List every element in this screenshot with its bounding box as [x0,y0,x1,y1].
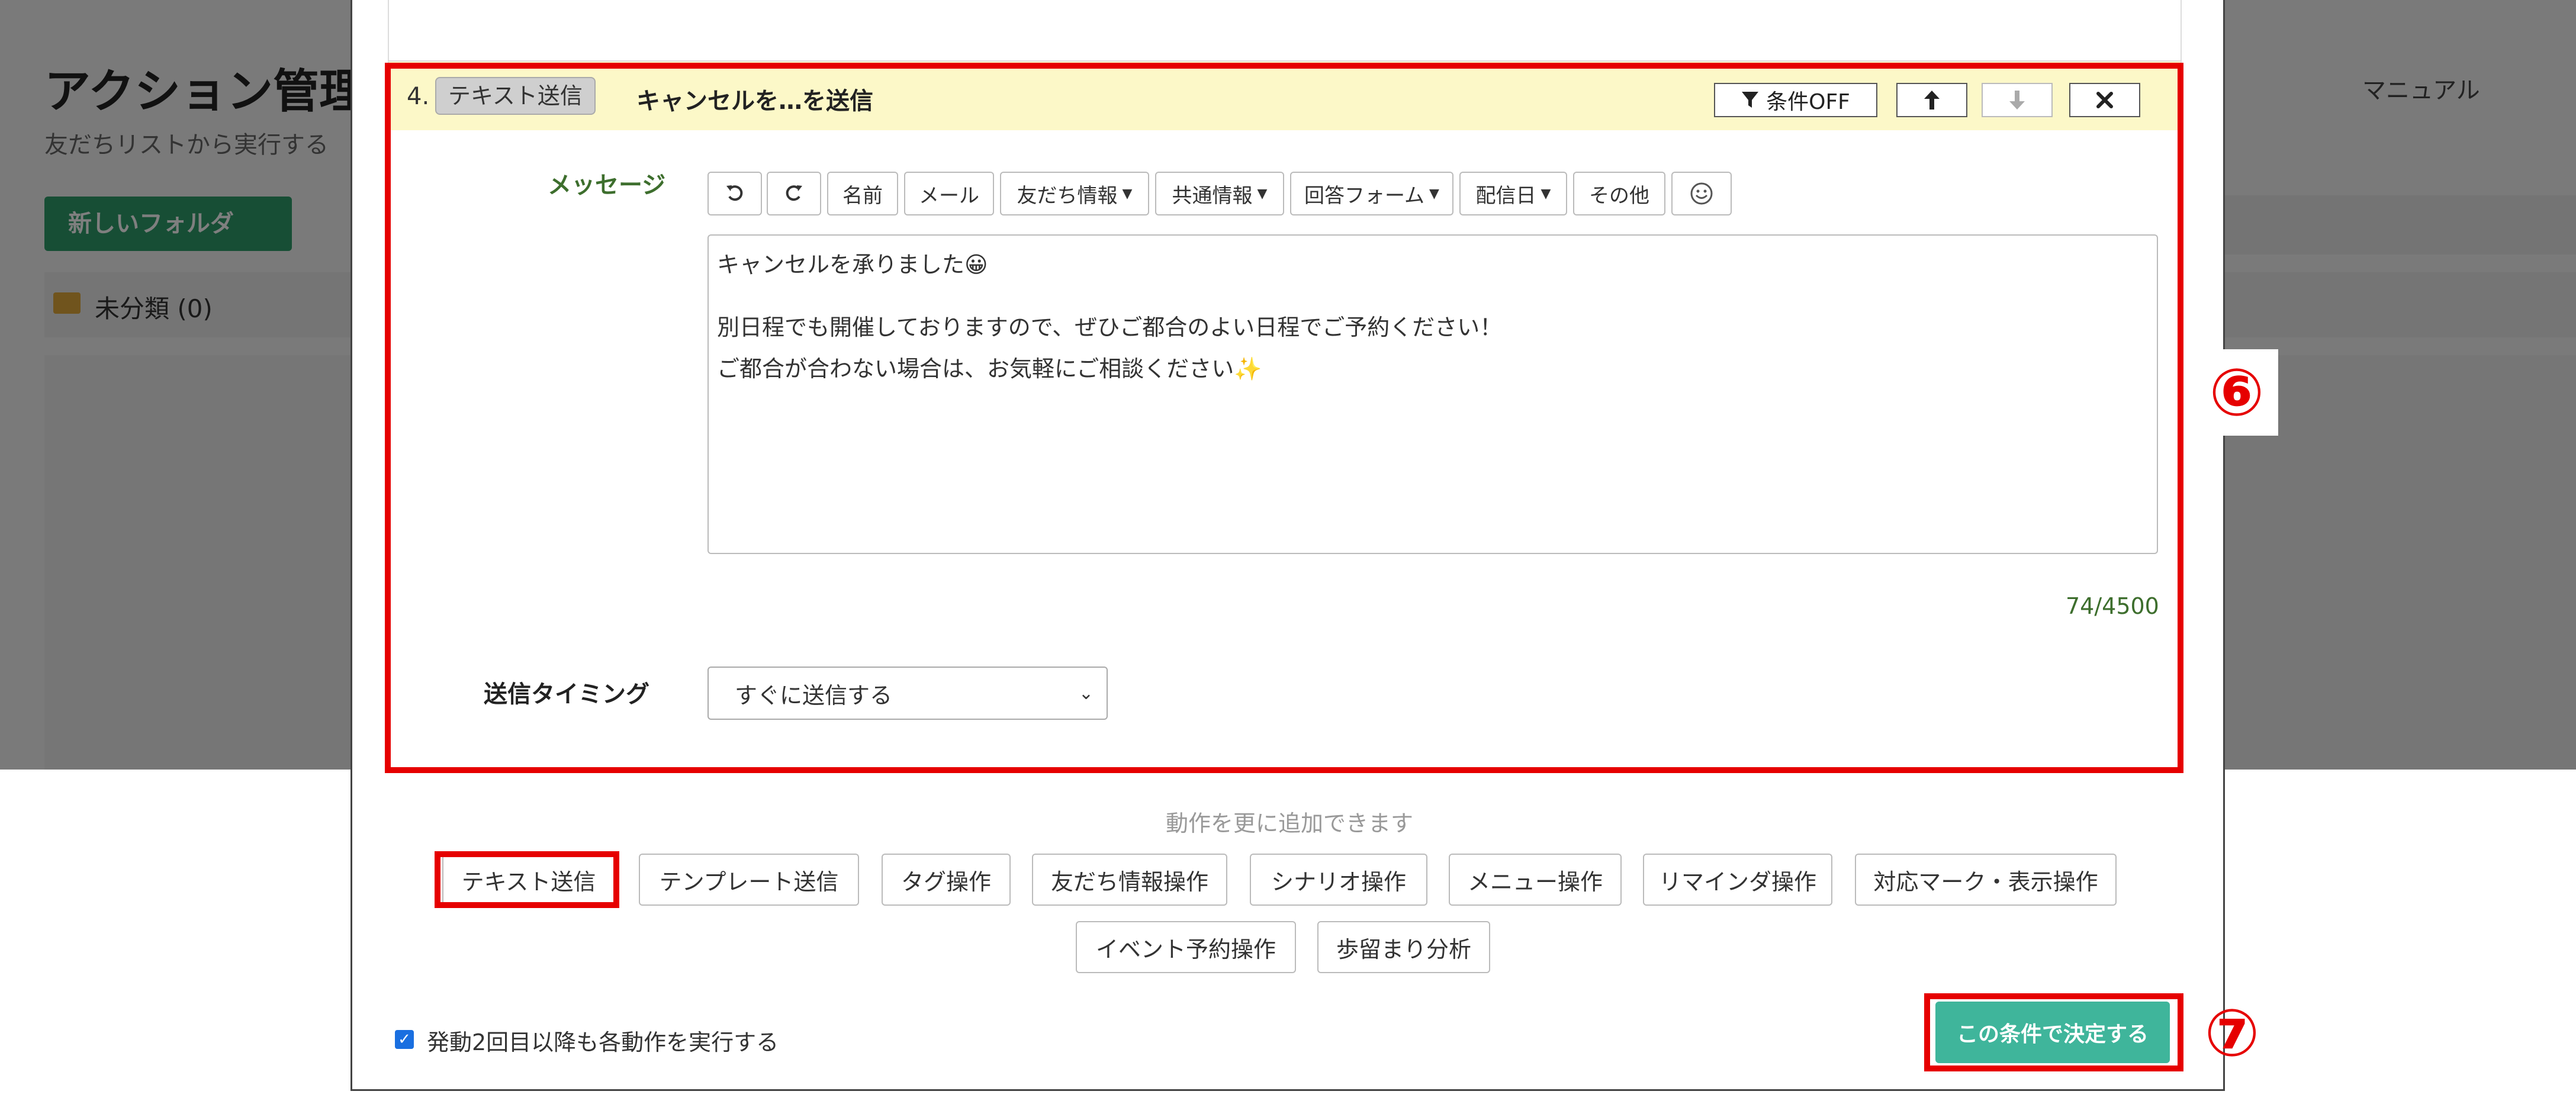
checkmark-icon: ✓ [398,1031,411,1048]
action-header: 4. テキスト送信 キャンセルを…を送信 条件OFF [389,62,2181,130]
insert-name-label: 名前 [842,184,883,208]
previous-action-block [388,0,2182,60]
add-template-send-label: テンプレート送信 [659,868,839,895]
caret-down-icon: ▼ [1122,186,1133,201]
add-mark-display-operation-label: 対応マーク・表示操作 [1873,868,2098,895]
redo-button[interactable] [767,172,821,215]
add-yield-analysis-label: 歩留まり分析 [1336,936,1471,963]
common-info-dropdown[interactable]: 共通情報 ▼ [1155,172,1284,215]
smiley-icon [1690,182,1713,205]
repeat-checkbox[interactable]: ✓ [395,1030,414,1049]
add-event-reservation-operation-button[interactable]: イベント予約操作 [1076,921,1296,973]
action-number: 4. [407,83,430,110]
answer-form-dropdown[interactable]: 回答フォーム ▼ [1290,172,1453,215]
arrow-up-icon [1924,91,1940,110]
submit-button[interactable]: この条件で決定する [1935,1002,2170,1063]
add-tag-operation-label: タグ操作 [901,868,991,895]
insert-mail-button[interactable]: メール [904,172,994,215]
condition-off-button[interactable]: 条件OFF [1714,83,1877,117]
friend-info-dropdown[interactable]: 友だち情報 ▼ [1000,172,1149,215]
add-tag-operation-button[interactable]: タグ操作 [882,854,1011,906]
filter-icon [1742,92,1759,108]
undo-icon [726,185,743,201]
step-7-badge: ⑦ [2204,995,2260,1071]
caret-down-icon: ▼ [1541,186,1551,201]
action-title: キャンセルを…を送信 [636,88,873,115]
close-icon [2096,92,2113,108]
message-line [717,285,2149,307]
timing-label: 送信タイミング [484,681,649,708]
emoji-button[interactable] [1671,172,1732,215]
submit-label: この条件で決定する [1956,1022,2149,1047]
repeat-checkbox-label[interactable]: 発動2回目以降も各動作を実行する [427,1024,779,1057]
condition-off-label: 条件OFF [1766,90,1850,114]
remove-action-button[interactable] [2069,83,2140,117]
undo-button[interactable] [707,172,762,215]
caret-down-icon: ▼ [1429,186,1439,201]
friend-info-label: 友だち情報 [1017,184,1118,208]
step-6-badge: ⑥ [2195,349,2278,436]
caret-down-icon: ▼ [1257,186,1268,201]
common-info-label: 共通情報 [1172,184,1253,208]
other-label: その他 [1589,184,1649,208]
insert-mail-label: メール [919,184,979,208]
add-friend-info-operation-label: 友だち情報操作 [1050,868,1208,895]
add-text-send-button[interactable]: テキスト送信 [442,854,615,906]
message-label: メッセージ [548,172,666,199]
redo-icon [786,185,802,201]
move-up-button[interactable] [1896,83,1967,117]
timing-select[interactable]: すぐに送信する ⌄ [707,667,1108,720]
chevron-down-icon: ⌄ [1078,683,1094,704]
add-menu-operation-label: メニュー操作 [1467,868,1603,895]
answer-form-label: 回答フォーム [1304,184,1425,208]
move-down-button[interactable] [1982,83,2053,117]
add-friend-info-operation-button[interactable]: 友だち情報操作 [1032,854,1227,906]
delivery-date-label: 配信日 [1475,184,1536,208]
action-settings-modal: 4. テキスト送信 キャンセルを…を送信 条件OFF メッセージ 名前 メール … [350,0,2225,1091]
add-mark-display-operation-button[interactable]: 対応マーク・表示操作 [1855,854,2117,906]
insert-name-button[interactable]: 名前 [827,172,898,215]
char-counter: 74/4500 [2066,593,2159,619]
add-menu-operation-button[interactable]: メニュー操作 [1449,854,1622,906]
message-textarea[interactable]: キャンセルを承りました😀 別日程でも開催しておりますので、ぜひご都合のよい日程で… [707,234,2158,554]
add-scenario-operation-button[interactable]: シナリオ操作 [1250,854,1427,906]
message-line: ご都合が合わない場合は、お気軽にご相談ください✨ [717,356,1262,382]
add-event-reservation-operation-label: イベント予約操作 [1095,936,1276,963]
arrow-down-icon [2009,91,2025,110]
message-line: キャンセルを承りました😀 [717,252,988,278]
add-reminder-operation-button[interactable]: リマインダ操作 [1643,854,1832,906]
add-actions-hint: 動作を更に追加できます [1165,810,1413,836]
add-template-send-button[interactable]: テンプレート送信 [639,854,859,906]
timing-selected-value: すぐに送信する [735,682,893,709]
delivery-date-dropdown[interactable]: 配信日 ▼ [1459,172,1567,215]
add-scenario-operation-label: シナリオ操作 [1271,868,1406,895]
message-line: 別日程でも開催しておりますので、ぜひご都合のよい日程でご予約ください！ [717,314,1503,340]
add-text-send-label: テキスト送信 [461,868,596,895]
add-reminder-operation-label: リマインダ操作 [1658,868,1816,895]
action-block: 4. テキスト送信 キャンセルを…を送信 条件OFF メッセージ 名前 メール … [388,60,2182,771]
other-button[interactable]: その他 [1573,172,1665,215]
add-yield-analysis-button[interactable]: 歩留まり分析 [1317,921,1490,973]
action-type-badge: テキスト送信 [435,77,596,115]
